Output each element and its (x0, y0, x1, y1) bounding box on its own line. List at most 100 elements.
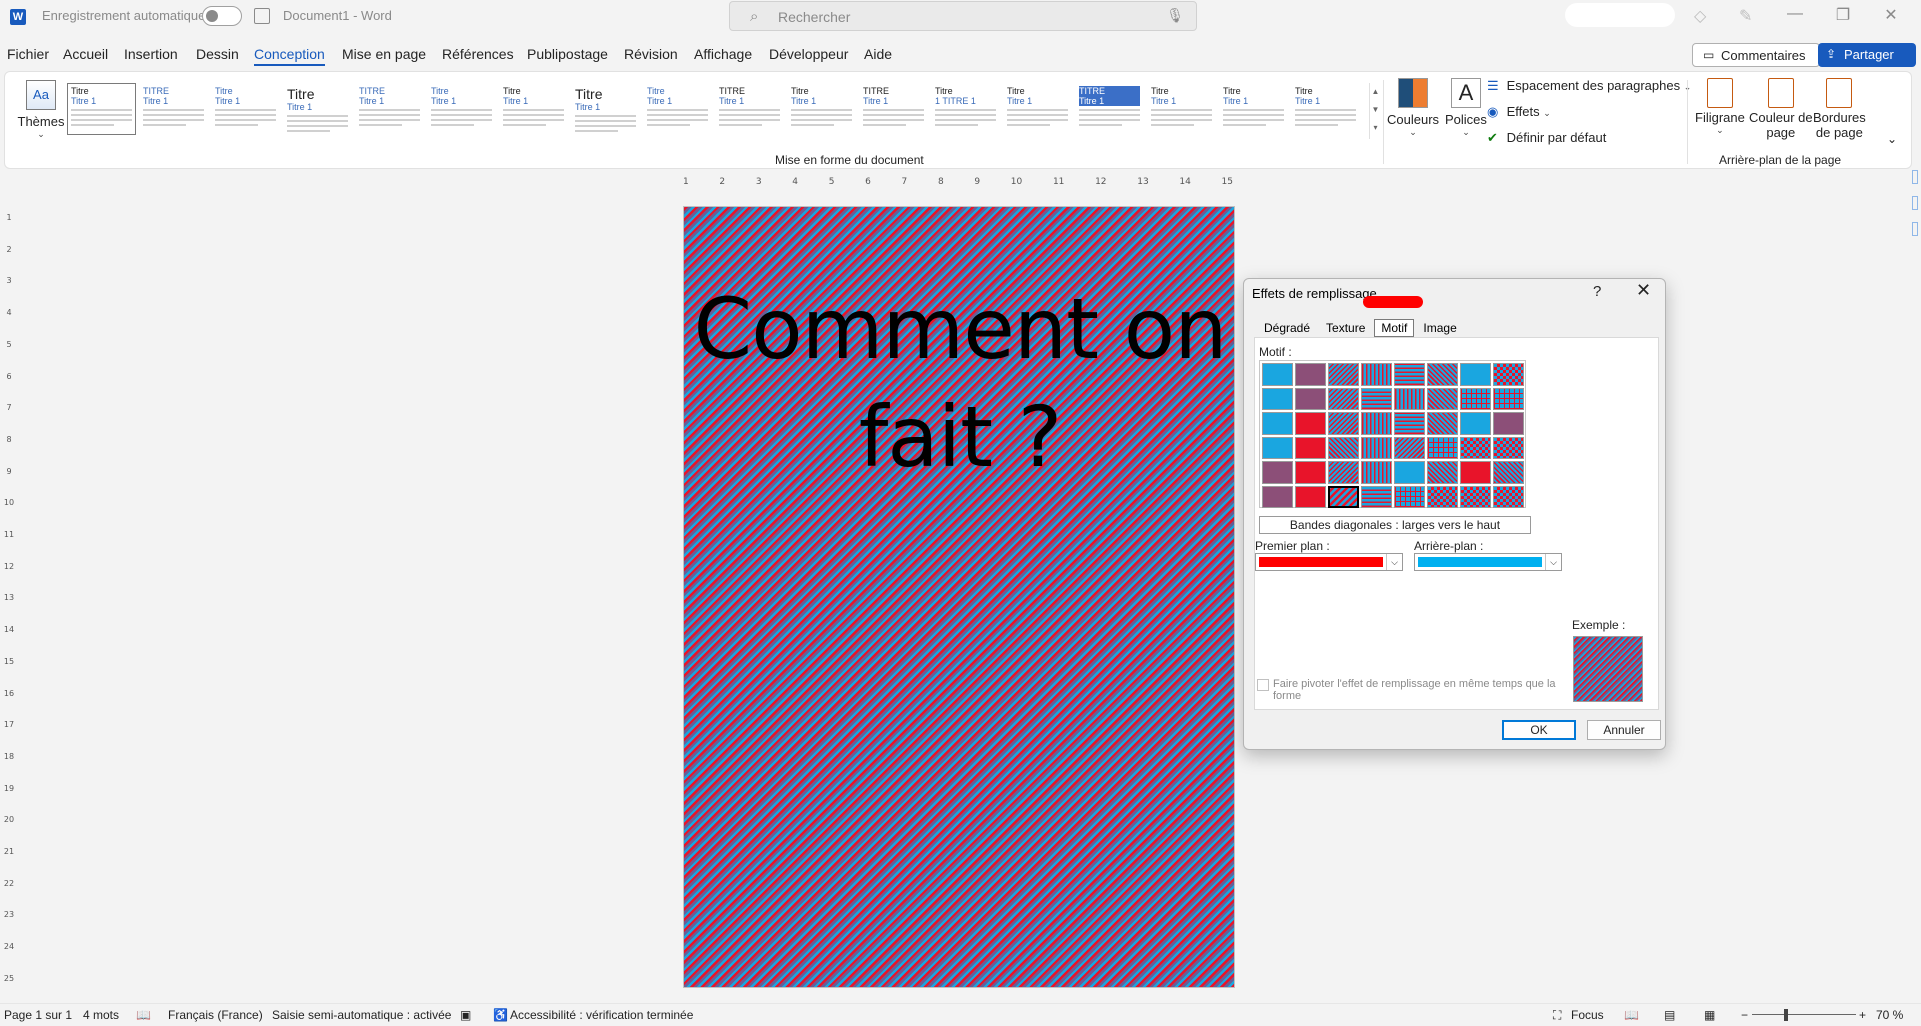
tab-references[interactable]: Références (442, 46, 514, 62)
style-set-17[interactable]: Titre Titre 1 (1219, 83, 1288, 135)
tab-mise-en-page[interactable]: Mise en page (342, 46, 426, 62)
horizontal-ruler[interactable]: 1 2 3 4 5 6 7 8 9 10 11 12 13 14 15 (683, 176, 1233, 188)
background-color-select[interactable]: ⌵ (1414, 553, 1562, 571)
pattern-swatch[interactable] (1427, 436, 1458, 459)
pattern-swatch[interactable] (1361, 363, 1392, 386)
diamond-icon[interactable]: ◇ (1694, 6, 1706, 26)
tab-developpeur[interactable]: Développeur (769, 46, 848, 62)
tab-accueil[interactable]: Accueil (63, 46, 108, 62)
language[interactable]: Français (France) (168, 1008, 263, 1022)
pattern-swatch[interactable] (1493, 485, 1524, 508)
save-icon[interactable] (254, 8, 270, 24)
pattern-swatch[interactable] (1361, 461, 1392, 484)
cancel-button[interactable]: Annuler (1587, 720, 1661, 740)
pattern-swatch[interactable] (1427, 412, 1458, 435)
foreground-color-select[interactable]: ⌵ (1255, 553, 1403, 571)
accessibility-icon[interactable]: ♿ (493, 1008, 508, 1022)
style-set-5[interactable]: TITRE Titre 1 (355, 83, 424, 135)
vertical-ruler[interactable]: 1 2 3 4 5 6 7 8 9 10 11 12 13 14 15 16 17 18 19 20 21 22 23 24 2… (2, 213, 16, 983)
heading-line-2[interactable]: fait ? (684, 383, 1236, 491)
tab-fichier[interactable]: Fichier (7, 46, 49, 62)
style-set-3[interactable]: Titre Titre 1 (211, 83, 280, 135)
pattern-swatch[interactable] (1460, 387, 1491, 410)
pattern-swatch[interactable] (1295, 436, 1326, 459)
close-icon[interactable]: ✕ (1636, 280, 1651, 301)
pattern-swatch[interactable] (1394, 412, 1425, 435)
rotate-checkbox[interactable] (1257, 679, 1269, 691)
pattern-swatch[interactable] (1262, 363, 1293, 386)
document-page[interactable]: Comment on fait ? (683, 206, 1235, 988)
pen-icon[interactable]: ✎ (1739, 6, 1752, 26)
pattern-swatch[interactable] (1361, 485, 1392, 508)
document-text[interactable]: Comment on fait ? (684, 275, 1236, 491)
pattern-swatch[interactable] (1493, 461, 1524, 484)
colors-button[interactable]: Couleurs ⌄ (1387, 78, 1439, 138)
pattern-swatch[interactable] (1328, 485, 1359, 508)
page-count[interactable]: Page 1 sur 1 (4, 1008, 72, 1022)
close-window-icon[interactable]: ✕ (1876, 5, 1906, 25)
restore-icon[interactable]: ❐ (1828, 5, 1858, 25)
pattern-swatch[interactable] (1262, 485, 1293, 508)
zoom-level[interactable]: 70 % (1876, 1008, 1903, 1022)
style-set-2[interactable]: TITRE Titre 1 (139, 83, 208, 135)
pattern-swatch[interactable] (1361, 387, 1392, 410)
autocomplete-status[interactable]: Saisie semi-automatique : activée (272, 1008, 451, 1022)
watermark-button[interactable]: Filigrane ⌄ (1695, 78, 1745, 136)
style-set-4[interactable]: Titre Titre 1 (283, 83, 352, 135)
style-set-14[interactable]: Titre Titre 1 (1003, 83, 1072, 135)
pattern-swatch[interactable] (1328, 412, 1359, 435)
effects-button[interactable]: ◉ Effets ⌄ (1487, 104, 1551, 120)
zoom-out-icon[interactable]: − (1741, 1008, 1748, 1022)
pattern-swatch[interactable] (1394, 461, 1425, 484)
pattern-swatch[interactable] (1427, 461, 1458, 484)
pattern-swatch[interactable] (1262, 461, 1293, 484)
tab-dessin[interactable]: Dessin (196, 46, 239, 62)
pattern-swatch[interactable] (1361, 412, 1392, 435)
pattern-swatch[interactable] (1460, 363, 1491, 386)
pattern-swatch[interactable] (1460, 461, 1491, 484)
pattern-swatch[interactable] (1427, 363, 1458, 386)
pattern-swatch[interactable] (1328, 461, 1359, 484)
pattern-swatch[interactable] (1295, 387, 1326, 410)
pattern-swatch[interactable] (1328, 387, 1359, 410)
pattern-swatch[interactable] (1295, 363, 1326, 386)
rotate-checkbox-row[interactable]: Faire pivoter l'effet de remplissage en … (1257, 678, 1557, 702)
pattern-swatch[interactable] (1262, 436, 1293, 459)
pattern-swatch[interactable] (1427, 485, 1458, 508)
fonts-button[interactable]: A Polices ⌄ (1445, 78, 1487, 138)
microphone-icon[interactable]: 🎙 (1166, 7, 1184, 24)
print-layout-icon[interactable]: ▤ (1664, 1008, 1675, 1022)
pattern-swatch[interactable] (1295, 485, 1326, 508)
tab-aide[interactable]: Aide (864, 46, 892, 62)
tab-conception[interactable]: Conception (254, 46, 325, 66)
autosave-toggle[interactable] (202, 6, 242, 26)
zoom-slider-handle[interactable] (1784, 1009, 1788, 1021)
page-borders-button[interactable]: Bordures de page (1813, 78, 1866, 140)
pattern-swatch[interactable] (1427, 387, 1458, 410)
style-set-18[interactable]: Titre Titre 1 (1291, 83, 1360, 135)
pattern-swatch[interactable] (1460, 436, 1491, 459)
focus-icon[interactable]: ⛶ (1553, 1008, 1561, 1023)
tab-insertion[interactable]: Insertion (124, 46, 178, 62)
pattern-swatch[interactable] (1460, 485, 1491, 508)
style-set-13[interactable]: Titre 1 TITRE 1 (931, 83, 1000, 135)
word-count[interactable]: 4 mots (83, 1008, 119, 1022)
heading-line-1[interactable]: Comment on (684, 275, 1236, 383)
style-set-15[interactable]: TITRE Titre 1 (1075, 83, 1144, 135)
pattern-swatch[interactable] (1295, 412, 1326, 435)
pattern-swatch[interactable] (1394, 485, 1425, 508)
read-mode-icon[interactable]: 📖 (1624, 1008, 1639, 1022)
tab-texture[interactable]: Texture (1319, 319, 1372, 337)
focus-label[interactable]: Focus (1571, 1008, 1604, 1022)
ok-button[interactable]: OK (1502, 720, 1576, 740)
set-default-button[interactable]: ✔ Définir par défaut (1487, 130, 1606, 146)
gallery-scroll[interactable]: ▲ ▼ ▾ (1369, 83, 1381, 139)
style-set-6[interactable]: Titre Titre 1 (427, 83, 496, 135)
search-box[interactable]: ⌕ Rechercher 🎙 (729, 1, 1197, 31)
accessibility-status[interactable]: Accessibilité : vérification terminée (510, 1008, 693, 1022)
web-layout-icon[interactable]: ▦ (1704, 1008, 1715, 1022)
style-set-8[interactable]: Titre Titre 1 (571, 83, 640, 135)
help-icon[interactable]: ? (1593, 283, 1601, 300)
pattern-swatch[interactable] (1361, 436, 1392, 459)
pattern-swatch[interactable] (1394, 363, 1425, 386)
